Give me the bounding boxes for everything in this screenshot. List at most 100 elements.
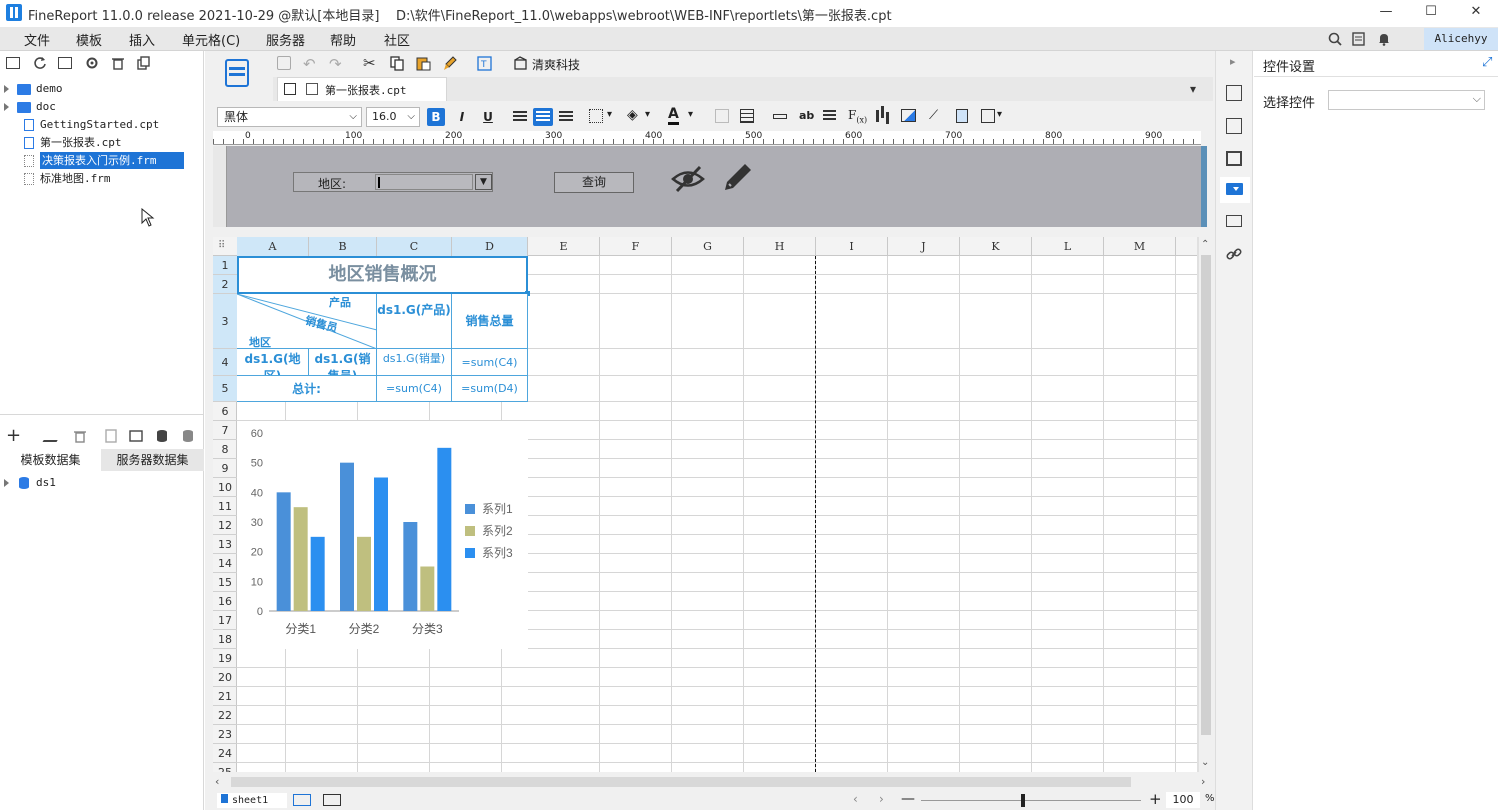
paste-icon[interactable] [416,56,431,71]
chevron-down-icon[interactable]: ▾ [997,109,1002,120]
cell-d3[interactable]: 销售总量 [452,294,528,349]
cell-attribute-icon[interactable] [1226,85,1242,101]
font-color-icon[interactable]: A [668,106,679,125]
expand-caret-icon[interactable] [4,85,9,93]
new-folder-icon[interactable] [6,57,20,69]
cell-c3[interactable]: ds1.G(产品) [377,294,452,349]
database-icon[interactable] [155,429,169,443]
panel-splitter[interactable] [0,414,204,422]
hide-eye-icon[interactable] [671,164,705,194]
fill-color-icon[interactable]: ◈ [627,107,638,123]
menu-cell[interactable]: 单元格(C) [182,30,240,49]
row-header-16[interactable]: 16 [213,592,237,611]
tree-item-demo[interactable]: demo [4,80,63,97]
vertical-scrollbar[interactable]: ⌃ ⌄ [1199,237,1213,772]
add-sheet-icon[interactable] [293,794,311,806]
undo-icon[interactable]: ↶ [303,55,316,73]
maximize-button[interactable]: ☐ [1411,2,1451,22]
tab-first-report[interactable]: 第一张报表.cpt [277,77,447,101]
row-header-9[interactable]: 9 [213,459,237,478]
chevron-down-icon[interactable]: ▾ [688,109,693,120]
col-header-i[interactable]: I [816,237,888,256]
formula-icon[interactable]: T [477,56,492,71]
chevron-down-icon[interactable]: ▾ [645,109,650,120]
cell-d4[interactable]: =sum(C4) [452,349,528,376]
cell-title[interactable]: 地区销售概况 [237,256,528,294]
dataset-item-ds1[interactable]: ds1 [4,474,56,491]
tab-server-dataset[interactable]: 服务器数据集 [101,449,204,471]
zoom-input[interactable]: 100 [1166,792,1200,808]
preview-icon[interactable] [104,429,118,443]
search-icon[interactable] [1328,32,1342,46]
col-header-a[interactable]: A [237,237,309,256]
zoom-out-button[interactable]: — [901,791,915,807]
scroll-up-icon[interactable]: ⌃ [1201,239,1209,250]
tree-item-decision-report[interactable]: 决策报表入门示例.frm [24,152,184,169]
tree-item-doc[interactable]: doc [4,98,56,115]
select-all-icon[interactable]: ⠿ [218,240,225,251]
underline-button[interactable]: U [479,108,497,126]
settings-icon[interactable] [85,56,99,70]
menu-server[interactable]: 服务器 [266,30,305,49]
open-file-icon[interactable] [58,57,72,69]
col-header-j[interactable]: J [888,237,960,256]
menu-file[interactable]: 文件 [24,30,50,49]
chart-icon[interactable] [876,110,879,122]
expand-caret-icon[interactable] [4,479,9,487]
font-family-select[interactable]: 黑体 ⌵ [217,107,362,127]
horizontal-scrollbar[interactable]: ‹ › [213,775,1213,789]
expand-panel-icon[interactable]: ▸ [1230,55,1236,68]
refresh-icon[interactable] [33,56,47,70]
row-header-20[interactable]: 20 [213,668,237,687]
scroll-down-icon[interactable]: ⌄ [1201,757,1209,768]
cut-icon[interactable]: ✂ [363,54,376,72]
bold-button[interactable]: B [427,108,445,126]
area-param-widget[interactable]: 地区: ▼ [293,172,493,192]
zoom-in-button[interactable]: + [1149,790,1162,808]
menu-help[interactable]: 帮助 [330,30,356,49]
collapse-panel-icon[interactable]: ⤢ [1482,55,1492,70]
col-header-g[interactable]: G [672,237,744,256]
tree-item-gettingstarted[interactable]: GettingStarted.cpt [24,116,159,133]
zoom-slider[interactable] [921,800,1141,801]
dropdown-button[interactable]: ▼ [475,174,492,190]
slash-icon[interactable]: ⟋ [929,108,938,123]
menu-community[interactable]: 社区 [384,30,410,49]
col-header-d[interactable]: D [452,237,528,256]
add-polysheet-icon[interactable] [323,794,341,806]
copy-icon[interactable] [137,56,151,70]
cell-element-icon[interactable] [1226,118,1242,134]
image-icon[interactable] [901,109,916,122]
italic-button[interactable]: I [453,108,471,126]
row-header-14[interactable]: 14 [213,554,237,573]
tree-item-standard-map[interactable]: 标准地图.frm [24,170,111,187]
area-param-input[interactable] [375,174,473,190]
copy-icon[interactable] [390,56,405,71]
row-header-3[interactable]: 3 [213,294,237,349]
cell-total-label[interactable]: 总计: [237,376,377,402]
tab-menu-icon[interactable]: ▾ [1190,82,1196,96]
close-button[interactable]: ✕ [1456,2,1496,22]
link-icon[interactable] [1226,246,1242,262]
bell-icon[interactable] [1377,32,1391,46]
event-icon[interactable] [1226,215,1242,227]
row-header-25[interactable]: 25 [213,763,237,772]
row-header-19[interactable]: 19 [213,649,237,668]
edit-icon[interactable] [42,430,64,442]
row-header-6[interactable]: 6 [213,402,237,421]
menu-template[interactable]: 模板 [76,30,102,49]
panel-resize-bar[interactable] [1201,146,1207,227]
chart-container[interactable]: 0 10 20 30 40 50 60 分类1 分类2 分类3 系列1 系列2 系列3 [237,421,528,649]
row-header-12[interactable]: 12 [213,516,237,535]
prev-sheet-icon[interactable]: ‹ [853,792,858,806]
minimize-button[interactable]: — [1366,2,1406,22]
row-header-18[interactable]: 18 [213,630,237,649]
row-header-8[interactable]: 8 [213,440,237,459]
align-right-button[interactable] [557,109,575,125]
merge-cell-icon[interactable] [715,109,729,123]
tab-template-dataset[interactable]: 模板数据集 [0,449,101,471]
dataset-edit-icon[interactable] [129,429,143,443]
chevron-down-icon[interactable]: ▾ [607,109,612,120]
align-left-button[interactable] [511,109,529,125]
cell-c5[interactable]: =sum(C4) [377,376,452,402]
